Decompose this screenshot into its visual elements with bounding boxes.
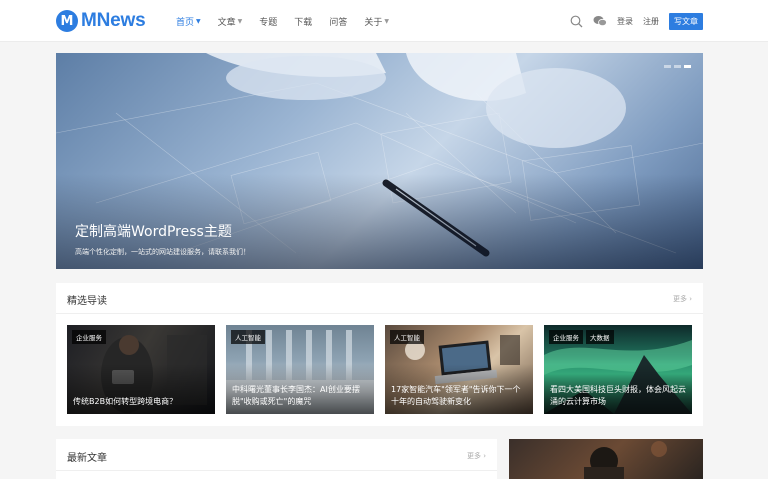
chevron-down-icon: ▼ (384, 17, 389, 25)
featured-card[interactable]: 企业服务 传统B2B如何转型跨境电商？ (67, 325, 215, 414)
write-article-button[interactable]: 写文章 (669, 12, 703, 30)
nav-label: 专题 (259, 17, 278, 28)
divider (56, 470, 497, 471)
section-title: 最新文章 (67, 453, 107, 464)
nav-item-qa[interactable]: 问答 (329, 15, 347, 28)
more-label: 更多 (466, 452, 481, 460)
chevron-right-icon: › (483, 452, 486, 460)
nav-label: 问答 (329, 17, 348, 28)
hero-subtitle: 高端个性化定制，一站式的网站建设服务，请联系我们！ (75, 248, 250, 256)
card-tags: 企业服务 大数据 (549, 330, 617, 344)
nav-item-downloads[interactable]: 下载 (294, 15, 312, 28)
featured-card[interactable]: 企业服务 大数据 看四大美国科技巨头财报，体会风起云涌的云计算市场 (544, 325, 692, 414)
nav-label: 关于 (364, 17, 383, 28)
card-tags: 企业服务 (72, 330, 109, 344)
featured-card[interactable]: 人工智能 17家智能汽车"领军者"告诉你下一个十年的自动驾驶新变化 (385, 325, 533, 414)
register-link[interactable]: 注册 (643, 16, 659, 27)
nav-item-articles[interactable]: 文章 ▼ (218, 15, 243, 28)
chevron-down-icon: ▼ (237, 17, 243, 25)
slider-dot[interactable] (674, 65, 681, 68)
logo-mark: M (56, 10, 78, 32)
featured-card[interactable]: 人工智能 中科曙光董事长李国杰：AI创业要摆脱"收购或死亡"的魔咒 (226, 325, 374, 414)
slider-dots (661, 65, 691, 68)
nav-item-about[interactable]: 关于 ▼ (364, 15, 389, 28)
nav-label: 首页 (176, 17, 195, 28)
card-title: 中科曙光董事长李国杰：AI创业要摆脱"收购或死亡"的魔咒 (232, 385, 360, 406)
site-header: M MNews 首页 ▼ 文章 ▼ 专题 下载 问答 关于 ▼ 登录 注册 写文章 (0, 0, 768, 42)
category-tag[interactable]: 企业服务 (549, 330, 583, 344)
slider-dot[interactable] (664, 65, 671, 68)
category-tag[interactable]: 大数据 (586, 330, 614, 344)
nav-label: 文章 (217, 17, 236, 28)
featured-section: 精选导读 更多 › 企业服务 传统B2B如何转型跨境电商？ 人工智能 中科曙光董… (56, 283, 703, 426)
logo-text: MNews (81, 10, 146, 31)
wechat-icon[interactable] (593, 14, 607, 28)
main-nav: 首页 ▼ 文章 ▼ 专题 下载 问答 关于 ▼ (176, 0, 406, 42)
header-tools: 登录 注册 写文章 (569, 0, 703, 42)
category-tag[interactable]: 人工智能 (390, 330, 424, 344)
card-title: 17家智能汽车"领军者"告诉你下一个十年的自动驾驶新变化 (391, 385, 521, 406)
nav-item-home[interactable]: 首页 ▼ (176, 15, 201, 28)
slider-dot-active[interactable] (684, 65, 691, 68)
site-logo[interactable]: M MNews (56, 9, 146, 33)
more-label: 更多 (672, 295, 687, 303)
latest-section: 最新文章 更多 › (56, 439, 497, 479)
category-tag[interactable]: 企业服务 (72, 330, 106, 344)
category-tag[interactable]: 人工智能 (231, 330, 265, 344)
sidebar-image-art (584, 441, 667, 479)
hero-title[interactable]: 定制高端WordPress主题 (75, 221, 232, 241)
chevron-right-icon: › (689, 295, 692, 303)
card-title: 传统B2B如何转型跨境电商？ (73, 397, 178, 406)
card-title: 看四大美国科技巨头财报，体会风起云涌的云计算市场 (550, 385, 686, 406)
more-link[interactable]: 更多 › (673, 294, 692, 304)
login-link[interactable]: 登录 (617, 16, 633, 27)
section-title: 精选导读 (67, 296, 107, 307)
sidebar-image[interactable] (509, 439, 703, 479)
search-icon[interactable] (569, 14, 583, 28)
card-tags: 人工智能 (231, 330, 268, 344)
more-link[interactable]: 更多 › (467, 451, 486, 461)
nav-label: 下载 (294, 17, 313, 28)
divider (56, 313, 703, 314)
chevron-down-icon: ▼ (196, 17, 201, 25)
nav-item-topics[interactable]: 专题 (259, 15, 277, 28)
card-tags: 人工智能 (390, 330, 427, 344)
hero-slider[interactable]: 定制高端WordPress主题 高端个性化定制，一站式的网站建设服务，请联系我们… (56, 53, 703, 269)
